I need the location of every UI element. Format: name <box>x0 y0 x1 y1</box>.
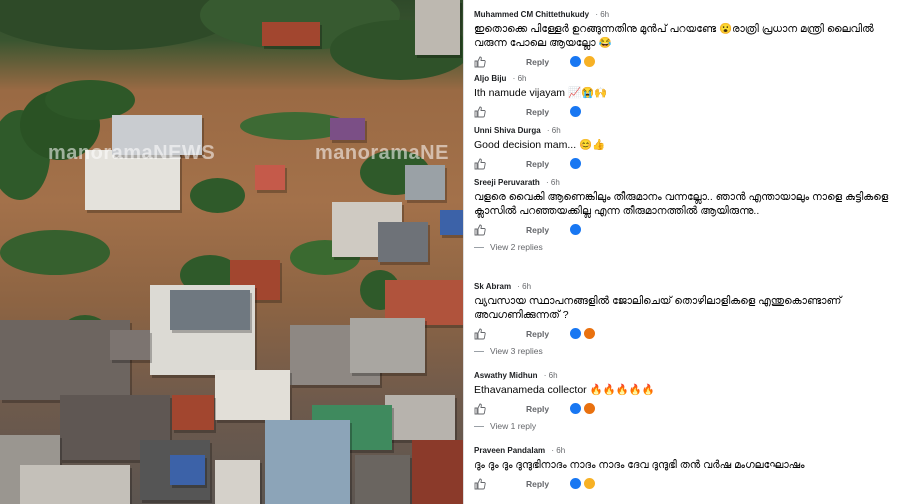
comment-text: വ്യവസായ സ്ഥാപനങ്ങളിൽ ജോലിചെയ്‌ തൊഴിലാളിക… <box>474 295 842 321</box>
angry-reaction-icon <box>583 402 597 415</box>
reply-button[interactable]: Reply <box>526 225 549 235</box>
reaction-summary[interactable] <box>569 105 583 118</box>
thumbs-up-icon[interactable] <box>474 224 486 236</box>
comment-actions: Reply <box>474 327 894 340</box>
comment: Aljo Biju · 6h Ith namude vijayam 📈😭🙌 Re… <box>474 74 894 118</box>
thumbs-up-icon[interactable] <box>474 106 486 118</box>
comment: Unni Shiva Durga · 6h Good decision mam.… <box>474 126 894 170</box>
comment-text: Good decision mam... 😊👍 <box>474 139 606 151</box>
comment-author[interactable]: Sreeji Peruvarath <box>474 178 540 187</box>
like-reaction-icon <box>569 55 583 68</box>
comment: Aswathy Midhun · 6h Ethavanameda collect… <box>474 371 894 431</box>
comment-author-line: Unni Shiva Durga · 6h <box>474 126 561 135</box>
thumbs-up-icon[interactable] <box>474 403 486 415</box>
reaction-summary[interactable] <box>569 55 597 68</box>
like-reaction-icon <box>569 327 583 340</box>
comment-actions: Reply <box>474 55 894 68</box>
haha-reaction-icon <box>583 477 597 490</box>
thumbs-up-icon[interactable] <box>474 328 486 340</box>
comment-time[interactable]: 6h <box>552 126 561 135</box>
thumbs-up-icon[interactable] <box>474 56 486 68</box>
comment-author-line: Sk Abram · 6h <box>474 282 532 291</box>
comment-actions: Reply <box>474 105 894 118</box>
comment-author[interactable]: Unni Shiva Durga <box>474 126 541 135</box>
reply-button[interactable]: Reply <box>526 329 549 339</box>
like-reaction-icon <box>569 157 583 170</box>
comment-author-line: Aswathy Midhun · 6h <box>474 371 558 380</box>
comment-text: ഇതൊക്കെ പിള്ളേർ ഉറങ്ങുന്നതിനു മുൻപ് പറയണ… <box>474 23 874 49</box>
reply-thread-line <box>474 246 484 248</box>
flood-aerial-photo: manoramaNEWS manoramaNE <box>0 0 463 504</box>
comment-actions: Reply <box>474 157 894 170</box>
reply-button[interactable]: Reply <box>526 404 549 414</box>
comment-author-line: Aljo Biju · 6h <box>474 74 527 83</box>
reaction-summary[interactable] <box>569 157 583 170</box>
reply-button[interactable]: Reply <box>526 57 549 67</box>
comment-text: ദും ദും ദും ദുന്ദുഭിനാദം നാദം നാദം ദേവ ദ… <box>474 459 805 471</box>
view-replies-label: View 2 replies <box>490 242 543 252</box>
comment-author[interactable]: Muhammed CM Chittethukudy <box>474 10 589 19</box>
like-reaction-icon <box>569 223 583 236</box>
comment-text: Ethavanameda collector 🔥🔥🔥🔥🔥 <box>474 384 655 396</box>
comment-time[interactable]: 6h <box>600 10 609 19</box>
comment-time[interactable]: 6h <box>549 371 558 380</box>
reply-button[interactable]: Reply <box>526 479 549 489</box>
comment-actions: Reply <box>474 223 894 236</box>
comment: Praveen Pandalam · 6h ദും ദും ദും ദുന്ദു… <box>474 446 894 490</box>
view-replies-link[interactable]: View 1 reply <box>474 421 894 431</box>
reaction-summary[interactable] <box>569 327 597 340</box>
thumbs-up-icon[interactable] <box>474 478 486 490</box>
view-replies-link[interactable]: View 2 replies <box>474 242 894 252</box>
comment-author[interactable]: Aljo Biju <box>474 74 506 83</box>
comment-author[interactable]: Aswathy Midhun <box>474 371 538 380</box>
comment: Sk Abram · 6h വ്യവസായ സ്ഥാപനങ്ങളിൽ ജോലിച… <box>474 282 894 356</box>
reply-button[interactable]: Reply <box>526 107 549 117</box>
watermark-left: manoramaNEWS <box>48 142 216 164</box>
comment: Muhammed CM Chittethukudy · 6h ഇതൊക്കെ പ… <box>474 10 894 68</box>
comment-actions: Reply <box>474 402 894 415</box>
angry-reaction-icon <box>583 327 597 340</box>
watermark-right: manoramaNE <box>315 142 449 164</box>
comment-time[interactable]: 6h <box>551 178 560 187</box>
comments-panel: Muhammed CM Chittethukudy · 6h ഇതൊക്കെ പ… <box>463 0 900 504</box>
comment: Sreeji Peruvarath · 6h വളരെ വൈകി ആണെങ്കി… <box>474 178 894 252</box>
comment-time[interactable]: 6h <box>556 446 565 455</box>
reaction-summary[interactable] <box>569 477 597 490</box>
comment-actions: Reply <box>474 477 894 490</box>
reply-thread-line <box>474 425 484 427</box>
comment-time[interactable]: 6h <box>522 282 531 291</box>
view-replies-label: View 1 reply <box>490 421 537 431</box>
reply-thread-line <box>474 350 484 352</box>
like-reaction-icon <box>569 105 583 118</box>
comment-author-line: Praveen Pandalam · 6h <box>474 446 566 455</box>
haha-reaction-icon <box>583 55 597 68</box>
view-replies-label: View 3 replies <box>490 346 543 356</box>
comment-author[interactable]: Sk Abram <box>474 282 511 291</box>
reaction-summary[interactable] <box>569 223 583 236</box>
view-replies-link[interactable]: View 3 replies <box>474 346 894 356</box>
reply-button[interactable]: Reply <box>526 159 549 169</box>
thumbs-up-icon[interactable] <box>474 158 486 170</box>
comment-text: വളരെ വൈകി ആണെങ്കിലും തീരുമാനം വന്നല്ലോ..… <box>474 191 889 217</box>
reaction-summary[interactable] <box>569 402 597 415</box>
comment-author-line: Muhammed CM Chittethukudy · 6h <box>474 10 610 19</box>
comment-author-line: Sreeji Peruvarath · 6h <box>474 178 560 187</box>
comment-author[interactable]: Praveen Pandalam <box>474 446 545 455</box>
like-reaction-icon <box>569 402 583 415</box>
comment-text: Ith namude vijayam 📈😭🙌 <box>474 87 608 99</box>
comment-time[interactable]: 6h <box>518 74 527 83</box>
like-reaction-icon <box>569 477 583 490</box>
